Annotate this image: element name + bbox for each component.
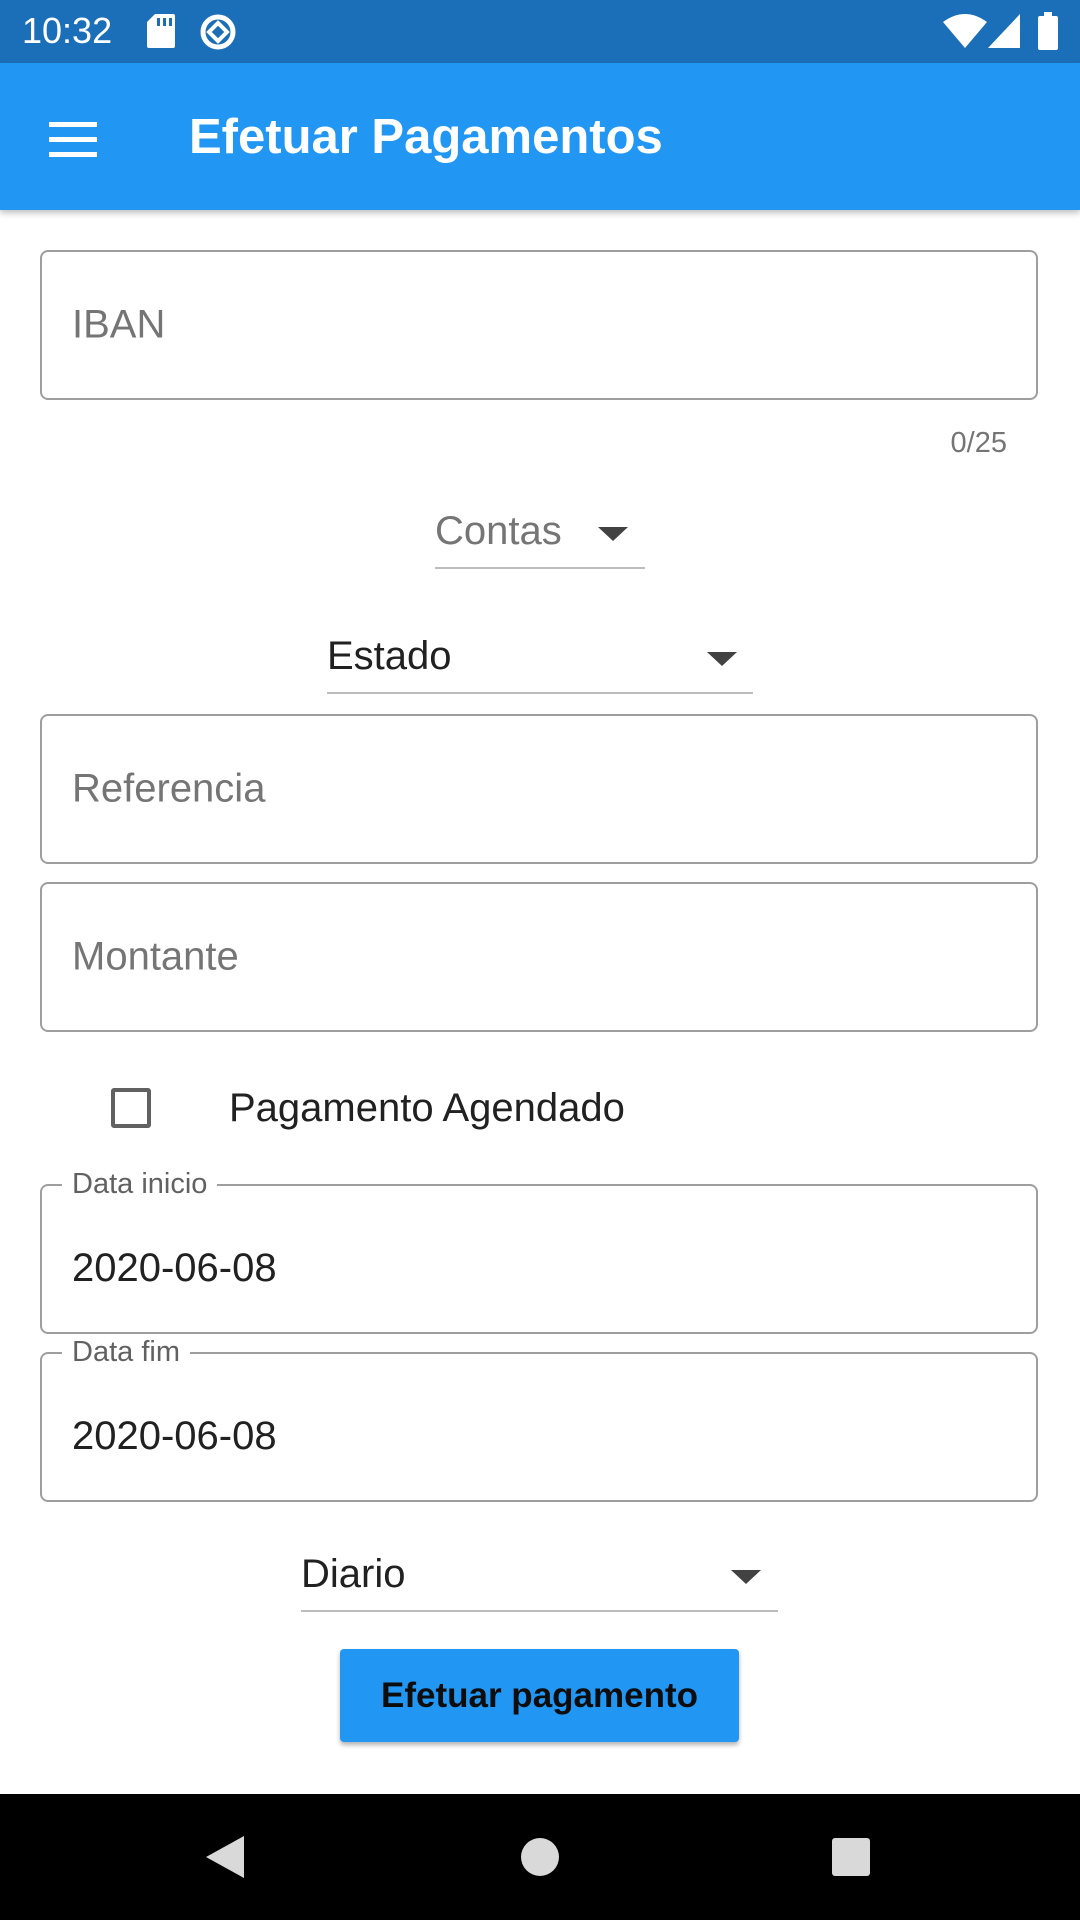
iban-placeholder: IBAN bbox=[72, 302, 166, 347]
frequency-dropdown-value: Diario bbox=[301, 1552, 406, 1596]
estado-dropdown-value: Estado bbox=[327, 634, 452, 678]
referencia-field[interactable]: Referencia bbox=[40, 714, 1038, 864]
scheduled-payment-label: Pagamento Agendado bbox=[229, 1086, 625, 1130]
menu-button[interactable] bbox=[36, 103, 110, 177]
iban-field[interactable]: IBAN bbox=[40, 250, 1038, 400]
status-time: 10:32 bbox=[22, 10, 113, 51]
battery-icon bbox=[1038, 12, 1058, 50]
data-saver-icon bbox=[200, 14, 236, 50]
referencia-placeholder: Referencia bbox=[72, 766, 266, 811]
iban-char-counter: 0/25 bbox=[950, 427, 1007, 459]
menu-icon bbox=[49, 122, 97, 157]
start-date-label: Data inicio bbox=[62, 1166, 218, 1202]
signal-icon bbox=[988, 14, 1020, 48]
chevron-down-icon bbox=[598, 527, 628, 541]
start-date-field[interactable]: Data inicio 2020-06-08 bbox=[40, 1166, 1038, 1334]
montante-field[interactable]: Montante bbox=[40, 882, 1038, 1032]
end-date-value: 2020-06-08 bbox=[72, 1414, 277, 1458]
chevron-down-icon bbox=[731, 1570, 761, 1584]
frequency-dropdown[interactable]: Diario bbox=[301, 1546, 778, 1612]
app-bar: Efetuar Pagamentos bbox=[0, 63, 1080, 210]
estado-dropdown[interactable]: Estado bbox=[327, 628, 753, 694]
back-icon[interactable] bbox=[204, 1834, 246, 1880]
end-date-label: Data fim bbox=[62, 1334, 190, 1370]
contas-dropdown-label: Contas bbox=[435, 509, 562, 553]
wifi-icon bbox=[943, 14, 987, 48]
status-bar: 10:32 bbox=[0, 0, 1080, 63]
montante-placeholder: Montante bbox=[72, 934, 239, 979]
end-date-field[interactable]: Data fim 2020-06-08 bbox=[40, 1334, 1038, 1502]
submit-payment-button[interactable]: Efetuar pagamento bbox=[340, 1649, 739, 1742]
submit-payment-label: Efetuar pagamento bbox=[381, 1675, 698, 1715]
start-date-value: 2020-06-08 bbox=[72, 1246, 277, 1290]
page-title: Efetuar Pagamentos bbox=[189, 110, 663, 164]
system-nav-bar bbox=[0, 1794, 1080, 1920]
home-icon[interactable] bbox=[519, 1836, 561, 1878]
recents-icon[interactable] bbox=[830, 1836, 872, 1878]
scheduled-payment-checkbox[interactable] bbox=[111, 1088, 151, 1128]
contas-dropdown[interactable]: Contas bbox=[435, 503, 645, 569]
sd-card-icon bbox=[147, 14, 175, 48]
chevron-down-icon bbox=[707, 652, 737, 666]
